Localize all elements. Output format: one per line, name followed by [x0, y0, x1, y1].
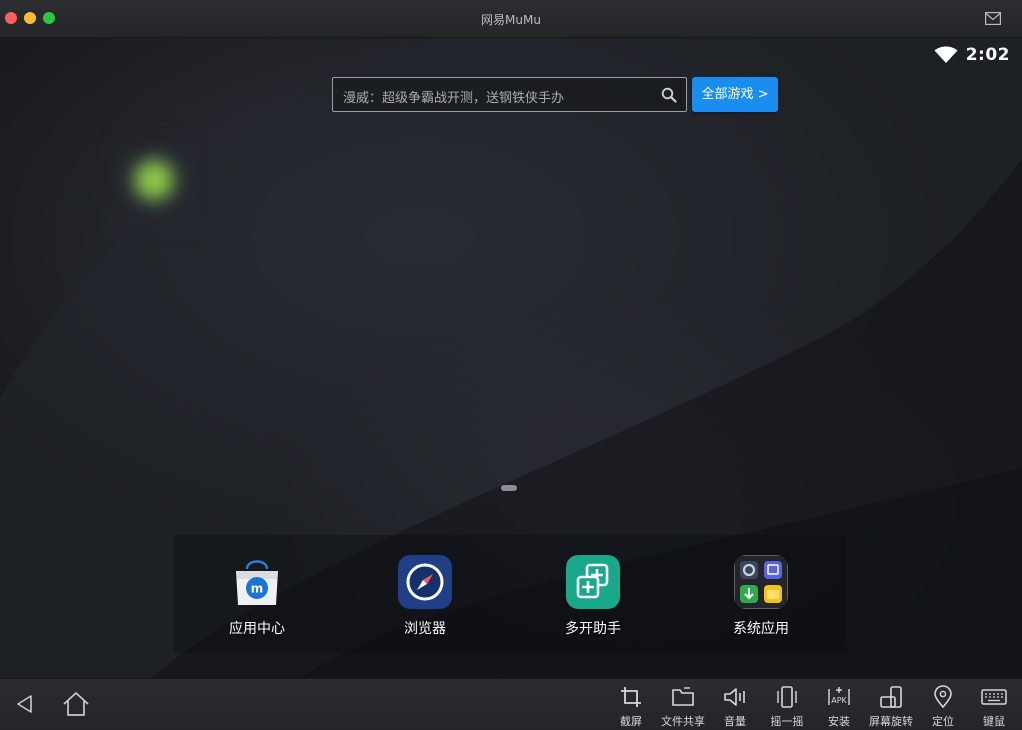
shake-button[interactable]: 摇一摇: [759, 685, 815, 729]
screenshot-button[interactable]: 截屏: [603, 685, 659, 729]
crop-icon: [621, 687, 641, 707]
apk-install-icon: APK: [828, 687, 850, 705]
android-statusbar: 2:02: [934, 44, 1010, 66]
svg-text:m: m: [251, 582, 264, 596]
emulator-toolbar: 截屏 文件共享 音量 摇一摇 APK 安装 屏幕旋转 定位 键鼠: [0, 678, 1022, 730]
rotate-screen-button[interactable]: 屏幕旋转: [863, 685, 919, 729]
install-apk-button[interactable]: APK 安装: [811, 685, 867, 729]
window-titlebar: 网易MuMu: [0, 0, 1022, 38]
location-button[interactable]: 定位: [915, 685, 971, 729]
back-arrow-icon[interactable]: [14, 693, 36, 715]
tool-label: 摇一摇: [770, 715, 804, 728]
system-apps-folder-icon: [734, 555, 788, 609]
dock-app-label: 浏览器: [404, 621, 446, 637]
page-indicator: [501, 485, 517, 491]
game-search-input[interactable]: 漫威：超级争霸战开测，送钢铁侠手办: [332, 77, 687, 112]
volume-button[interactable]: 音量: [707, 685, 763, 729]
home-icon[interactable]: [62, 691, 90, 717]
shake-icon: [777, 686, 797, 708]
rotate-icon: [880, 686, 902, 708]
location-icon: [934, 685, 952, 709]
compass-browser-icon: [398, 555, 452, 609]
dock-app-multi-instance[interactable]: 多开助手: [533, 555, 653, 638]
window-title: 网易MuMu: [481, 13, 541, 27]
mail-icon[interactable]: [985, 12, 1001, 25]
search-icon[interactable]: [661, 87, 677, 103]
status-clock: 2:02: [965, 45, 1010, 65]
keyboard-icon: [981, 689, 1007, 705]
volume-icon: [724, 688, 745, 706]
tool-label: 屏幕旋转: [869, 715, 913, 728]
wifi-icon: [934, 46, 958, 63]
dock-app-browser[interactable]: 浏览器: [365, 555, 485, 638]
dock-app-label: 应用中心: [229, 621, 285, 637]
blurred-app-icon[interactable]: [110, 138, 195, 236]
tool-label: 截屏: [620, 715, 642, 728]
svg-text:APK: APK: [831, 696, 847, 705]
dock-app-system-apps[interactable]: 系统应用: [701, 555, 821, 638]
search-placeholder: 漫威：超级争霸战开测，送钢铁侠手办: [343, 91, 565, 106]
tool-label: 音量: [724, 715, 746, 728]
all-games-button[interactable]: 全部游戏 >: [692, 77, 778, 112]
emulator-screen[interactable]: 2:02 漫威：超级争霸战开测，送钢铁侠手办 全部游戏 > m 应用中心 浏览器…: [0, 38, 1022, 678]
dock-app-label: 多开助手: [565, 621, 621, 637]
folder-icon: [672, 687, 694, 706]
keyboard-mouse-button[interactable]: 键鼠: [966, 685, 1022, 729]
tool-label: 键鼠: [983, 715, 1005, 728]
app-dock: m 应用中心 浏览器 多开助手 系统应用: [174, 535, 846, 653]
tool-label: 定位: [932, 715, 954, 728]
dock-app-app-center[interactable]: m 应用中心: [197, 555, 317, 638]
tool-label: 安装: [828, 715, 850, 728]
app-center-bag-icon: m: [230, 555, 284, 609]
file-share-button[interactable]: 文件共享: [655, 685, 711, 729]
multi-instance-icon: [566, 555, 620, 609]
dock-app-label: 系统应用: [733, 621, 789, 637]
tool-label: 文件共享: [661, 715, 705, 728]
